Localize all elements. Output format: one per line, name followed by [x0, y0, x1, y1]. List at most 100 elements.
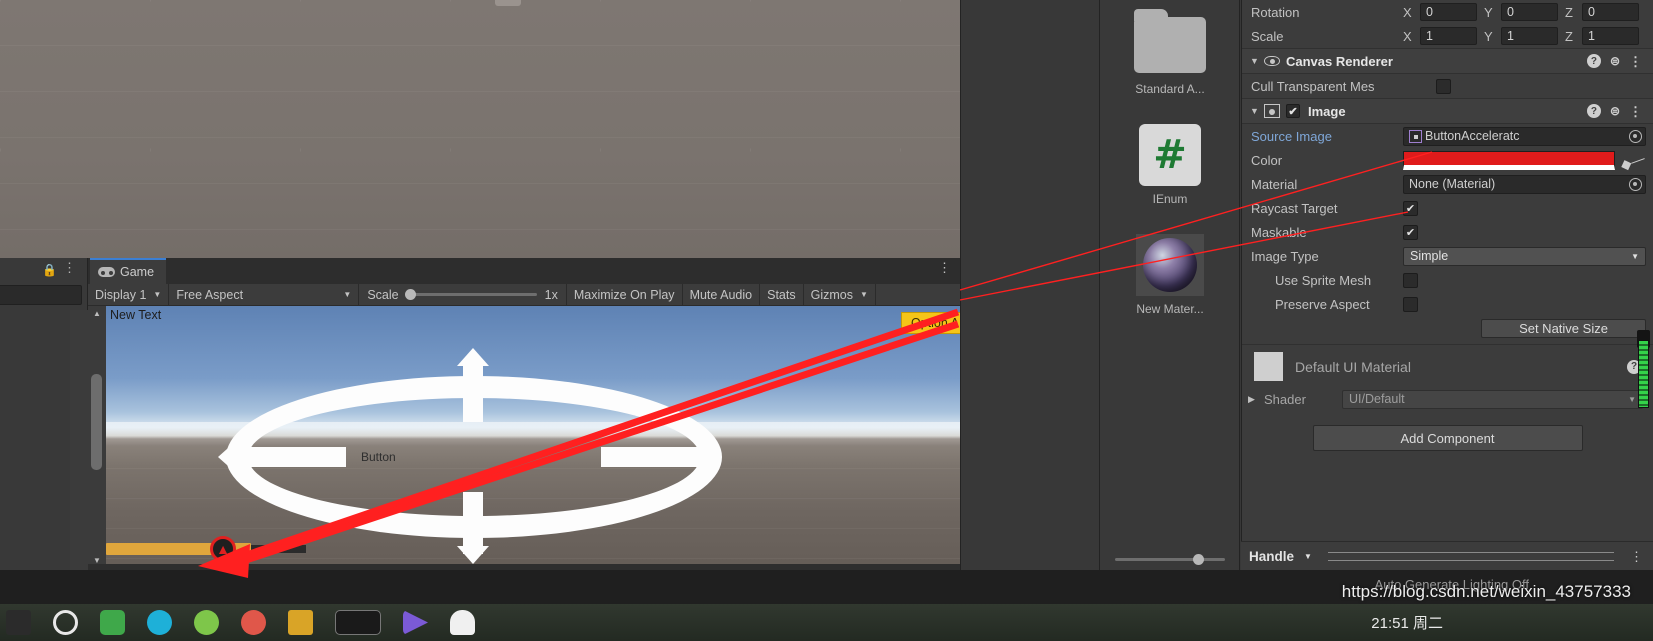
scene-view[interactable] [0, 0, 960, 258]
maskable-label: Maskable [1251, 224, 1307, 240]
ui-slider-handle[interactable]: ▲ [210, 536, 236, 562]
set-native-size-button[interactable]: Set Native Size [1481, 319, 1646, 338]
gizmos-dropdown[interactable]: Gizmos ▼ [804, 284, 876, 305]
scale-slider-knob[interactable] [404, 289, 416, 300]
taskbar-icon-10[interactable] [450, 610, 475, 635]
foldout-triangle-icon[interactable]: ▶ [1248, 394, 1264, 405]
scale-slider[interactable] [404, 289, 537, 300]
taskbar-icon-6[interactable] [241, 610, 266, 635]
chevron-down-icon[interactable]: ▼ [1304, 552, 1312, 561]
taskbar-icon-2[interactable] [53, 610, 78, 635]
handle-label[interactable]: Handle [1249, 549, 1294, 564]
display-dropdown[interactable]: Display 1 ▼ [88, 284, 170, 305]
ui-slider-track[interactable] [251, 545, 306, 553]
gizmo-tip-right-icon [704, 441, 722, 473]
game-view-body: ▲ ▼ New Text Button Option A ▲ [88, 306, 960, 570]
option-dropdown[interactable]: Option A ▼ [901, 312, 960, 334]
material-preview-header[interactable]: Default UI Material ? [1242, 344, 1653, 388]
source-image-object-field[interactable]: ButtonAcceleratc [1403, 126, 1646, 146]
stats-toggle[interactable]: Stats [760, 284, 804, 305]
eyedropper-icon[interactable]: ◆— [1618, 146, 1653, 173]
preset-icon[interactable]: ⊜ [1610, 104, 1620, 118]
inspector-panel: Rotation X 0 Y 0 Z 0 Scale X 1 Y 1 Z 1 ▼… [1241, 0, 1653, 570]
object-picker-icon[interactable] [1629, 129, 1642, 143]
scale-value: 1x [544, 287, 558, 302]
maximize-on-play-toggle[interactable]: Maximize On Play [567, 284, 683, 305]
preserve-aspect-checkbox[interactable] [1403, 296, 1418, 312]
game-vertical-scrollbar[interactable]: ▲ ▼ [88, 306, 106, 570]
csharp-script-icon: # [1134, 122, 1206, 188]
cull-transparent-mesh-checkbox[interactable] [1436, 78, 1451, 94]
component-header-image[interactable]: ▼ ✔ Image ? ⊜ ⋮ [1242, 98, 1653, 124]
taskbar-icon-1[interactable] [6, 610, 31, 635]
rotation-y-field[interactable]: 0 [1501, 3, 1558, 21]
taskbar-icon-8[interactable] [335, 610, 381, 635]
component-header-canvas-renderer[interactable]: ▼ Canvas Renderer ? ⊜ ⋮ [1242, 48, 1653, 74]
eye-icon [1264, 56, 1286, 66]
scale-slider-group[interactable]: Scale 1x [359, 284, 567, 305]
mute-audio-toggle[interactable]: Mute Audio [683, 284, 761, 305]
maskable-checkbox[interactable]: ✔ [1403, 224, 1418, 240]
use-sprite-mesh-checkbox[interactable] [1403, 272, 1418, 288]
foldout-triangle-icon[interactable]: ▼ [1250, 106, 1264, 116]
game-render-area[interactable]: New Text Button Option A ▼ ▲ [106, 306, 960, 564]
scene-grid [0, 0, 960, 258]
rotation-x-field[interactable]: 0 [1420, 3, 1477, 21]
cull-transparent-mesh-row: Cull Transparent Mes [1242, 74, 1653, 98]
material-sphere-icon [1134, 232, 1206, 298]
scale-x-field[interactable]: 1 [1420, 27, 1477, 45]
axis-x-label: X [1403, 28, 1412, 44]
source-image-label: Source Image [1251, 128, 1332, 144]
taskbar-icon-9[interactable] [403, 610, 428, 635]
image-type-dropdown[interactable]: Simple ▼ [1403, 246, 1646, 266]
color-swatch[interactable] [1403, 150, 1616, 170]
option-dropdown-value: Option A [911, 316, 959, 330]
crosshair-gizmo-icon [218, 348, 726, 564]
display-dropdown-label: Display 1 [95, 287, 147, 302]
left-panel-field[interactable] [0, 285, 82, 305]
panel-menu-kebab-icon[interactable]: ⋮ [63, 261, 76, 274]
preserve-aspect-label: Preserve Aspect [1275, 296, 1370, 312]
game-toolbar: Display 1 ▼ Free Aspect ▼ Scale 1x Maxim… [88, 284, 960, 306]
project-zoom-slider-knob[interactable] [1193, 554, 1204, 565]
lock-icon[interactable]: 🔒 [42, 263, 57, 277]
ui-button-label[interactable]: Button [361, 450, 396, 464]
asset-item-standard-assets[interactable]: Standard A... [1100, 9, 1240, 96]
axis-y-label: Y [1484, 28, 1493, 44]
handle-menu-kebab-icon[interactable]: ⋮ [1630, 550, 1643, 563]
raycast-target-checkbox[interactable]: ✔ [1403, 200, 1418, 216]
foldout-triangle-icon[interactable]: ▼ [1250, 56, 1264, 66]
component-menu-kebab-icon[interactable]: ⋮ [1629, 55, 1642, 68]
left-scrollbar[interactable]: ▲ ▼ [70, 310, 154, 618]
project-panel-empty-area [960, 0, 1100, 570]
taskbar-icon-7[interactable] [288, 610, 313, 635]
help-icon[interactable]: ? [1586, 104, 1601, 118]
add-component-button[interactable]: Add Component [1312, 425, 1583, 451]
help-icon[interactable]: ? [1586, 54, 1601, 68]
object-picker-icon[interactable] [1629, 177, 1642, 191]
scroll-up-arrow-icon[interactable]: ▲ [91, 309, 103, 318]
scene-gizmo-handle[interactable] [495, 0, 521, 6]
game-scrollbar-thumb[interactable] [91, 374, 102, 470]
material-object-field[interactable]: None (Material) [1403, 174, 1646, 194]
scale-z-field[interactable]: 1 [1582, 27, 1639, 45]
asset-label: Standard A... [1135, 82, 1205, 96]
handle-slider-track[interactable] [1327, 551, 1614, 561]
component-menu-kebab-icon[interactable]: ⋮ [1629, 105, 1642, 118]
game-panel-kebab-icon[interactable]: ⋮ [938, 261, 951, 274]
asset-item-ienum[interactable]: # IEnum [1100, 122, 1240, 206]
gizmo-arm-up [463, 362, 483, 422]
asset-item-new-material[interactable]: New Mater... [1100, 232, 1240, 316]
taskbar-icon-5[interactable] [194, 610, 219, 635]
image-enabled-checkbox[interactable]: ✔ [1286, 104, 1300, 118]
project-zoom-slider[interactable] [1115, 554, 1225, 565]
taskbar-icon-4[interactable] [147, 610, 172, 635]
taskbar-icon-3[interactable] [100, 610, 125, 635]
aspect-dropdown[interactable]: Free Aspect ▼ [169, 284, 360, 305]
rotation-z-field[interactable]: 0 [1582, 3, 1639, 21]
shader-dropdown[interactable]: UI/Default ▼ [1342, 389, 1643, 409]
scale-y-field[interactable]: 1 [1501, 27, 1558, 45]
preset-icon[interactable]: ⊜ [1610, 54, 1620, 68]
tab-game[interactable]: Game [90, 258, 167, 284]
shader-value: UI/Default [1349, 392, 1405, 406]
